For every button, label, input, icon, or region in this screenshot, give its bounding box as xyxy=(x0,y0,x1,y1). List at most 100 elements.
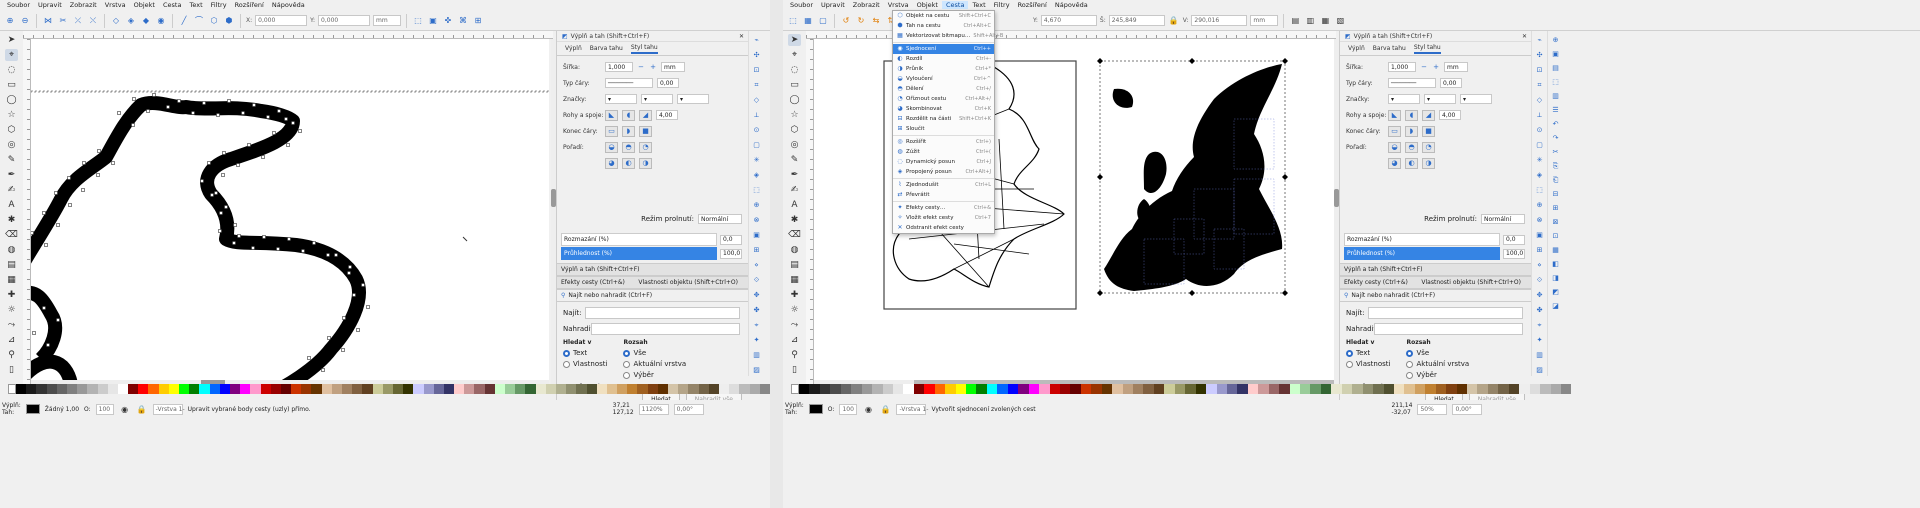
opacity-field[interactable]: 100 xyxy=(95,403,114,415)
eraser-tool-icon[interactable]: ⌫ xyxy=(5,229,18,241)
menu-3[interactable]: Vrstva xyxy=(884,1,913,9)
path-node[interactable] xyxy=(56,223,60,227)
palette-swatch[interactable] xyxy=(708,384,719,394)
path-menu-item[interactable]: ⬢ Tah na cestu Ctrl+Alt+C xyxy=(893,21,994,31)
vertical-ruler[interactable] xyxy=(23,39,31,384)
delete-segment-icon[interactable]: ⤬ xyxy=(87,15,99,27)
palette-swatch[interactable] xyxy=(1560,384,1572,394)
bucket-tool-icon[interactable]: ◍ xyxy=(788,244,801,256)
drawing-canvas[interactable] xyxy=(31,39,549,384)
replace-input[interactable] xyxy=(591,323,740,335)
eye-icon[interactable]: ◉ xyxy=(862,403,874,415)
snap-toggle-icon[interactable]: ◇ xyxy=(1537,95,1542,105)
palette-swatch[interactable] xyxy=(1226,384,1238,394)
star-tool-icon[interactable]: ☆ xyxy=(788,109,801,121)
command-icon[interactable]: ✂ xyxy=(1553,147,1559,157)
end-marker-select[interactable]: ▾ xyxy=(1460,94,1492,104)
path-node[interactable] xyxy=(166,105,170,109)
menu-0[interactable]: Soubor xyxy=(786,1,817,9)
blur-slider[interactable]: Rozmazání (%) xyxy=(561,233,717,246)
spiral-tool-icon[interactable]: ◎ xyxy=(788,139,801,151)
palette-swatch[interactable] xyxy=(1268,384,1280,394)
fill-swatch[interactable] xyxy=(25,404,40,414)
palette-swatch[interactable] xyxy=(413,384,424,394)
join-miter-icon[interactable]: ◢ xyxy=(639,109,652,121)
opacity-input[interactable]: 100,0 xyxy=(1503,248,1525,259)
snap-toggle-icon[interactable]: ▢ xyxy=(1536,140,1543,150)
join-bevel-icon[interactable]: ◣ xyxy=(1388,109,1401,121)
plus-icon[interactable]: + xyxy=(649,62,657,73)
snap-toggle-icon[interactable]: ✥ xyxy=(754,290,760,300)
path-node[interactable] xyxy=(67,176,71,180)
path-node[interactable] xyxy=(326,253,330,257)
palette-swatch[interactable] xyxy=(637,384,648,394)
snap-toggle-icon[interactable]: ✣ xyxy=(1537,50,1543,60)
palette-swatch[interactable] xyxy=(903,384,914,394)
palette-swatch[interactable] xyxy=(830,384,841,394)
palette-swatch[interactable] xyxy=(647,384,658,394)
path-menu-item[interactable]: ⊟ Rozdělit na části Shift+Ctrl+K xyxy=(893,114,994,124)
palette-swatch[interactable] xyxy=(382,384,393,394)
snap-toggle-icon[interactable]: ⟂ xyxy=(1537,110,1542,120)
palette-swatch[interactable] xyxy=(433,384,444,394)
tab-object-properties[interactable]: Vlastnosti objektu (Shift+Ctrl+O) xyxy=(1421,279,1521,286)
palette-swatch[interactable] xyxy=(617,384,628,394)
path-node[interactable] xyxy=(272,131,276,135)
path-node[interactable] xyxy=(227,99,231,103)
palette-swatch[interactable] xyxy=(158,384,169,394)
eraser-tool-icon[interactable]: ⌫ xyxy=(788,229,801,241)
path-node[interactable] xyxy=(32,331,36,335)
palette-swatch[interactable] xyxy=(840,384,852,394)
snap-toggle-icon[interactable]: ⌗ xyxy=(755,80,759,90)
snap-toggle-icon[interactable]: ⊙ xyxy=(754,125,760,135)
path-node[interactable] xyxy=(96,173,100,177)
palette-swatch[interactable] xyxy=(1164,384,1175,394)
palette-swatch[interactable] xyxy=(77,384,88,394)
palette-swatch[interactable] xyxy=(219,384,230,394)
path-menu-item[interactable]: ⇄ Převrátit xyxy=(893,190,994,200)
palette-swatch[interactable] xyxy=(352,384,363,394)
tweak-tool-icon[interactable]: ☼ xyxy=(788,304,801,316)
ellipse-tool-icon[interactable]: ◯ xyxy=(5,94,18,106)
scale-corners-icon[interactable]: ▥ xyxy=(1304,15,1316,27)
w-field[interactable]: 245,849 xyxy=(1108,15,1165,26)
vertical-ruler[interactable] xyxy=(806,39,814,384)
command-icon[interactable]: ◨ xyxy=(1552,273,1559,283)
none-swatch[interactable] xyxy=(791,384,799,394)
palette-swatch[interactable] xyxy=(749,384,760,394)
snap-toggle-icon[interactable]: ◇ xyxy=(754,95,759,105)
opacity-slider[interactable]: Průhlednost (%) xyxy=(561,247,717,260)
path-node[interactable] xyxy=(218,229,222,233)
spray-tool-icon[interactable]: ✱ xyxy=(788,214,801,226)
path-node[interactable] xyxy=(291,121,295,125)
snap-toggle-icon[interactable]: ⌖ xyxy=(755,320,759,330)
path-menu-item[interactable]: ✕ Odstranit efekt cesty xyxy=(893,223,994,233)
menu-7[interactable]: Filtry xyxy=(990,1,1014,9)
palette-swatch[interactable] xyxy=(1487,384,1499,394)
path-node[interactable] xyxy=(42,306,46,310)
command-icon[interactable]: ⊕ xyxy=(1553,35,1559,45)
blur-input[interactable]: 0,0 xyxy=(720,234,742,245)
path-node[interactable] xyxy=(341,348,345,352)
snap-toggle-icon[interactable]: ✳ xyxy=(1537,155,1543,165)
show-mask-icon[interactable]: ▣ xyxy=(427,15,439,27)
path-node[interactable] xyxy=(361,283,365,287)
snap-toggle-icon[interactable]: ⋄ xyxy=(1537,260,1541,270)
palette-swatch[interactable] xyxy=(209,384,220,394)
command-icon[interactable]: ↶ xyxy=(1553,119,1559,129)
snap-toggle-icon[interactable]: ⟐ xyxy=(1537,275,1543,285)
palette-swatch[interactable] xyxy=(1540,384,1551,394)
gradient-tool-icon[interactable]: ▤ xyxy=(5,259,18,271)
page-tool-icon[interactable]: ▯ xyxy=(5,364,18,376)
path-node[interactable] xyxy=(342,316,346,320)
snap-toggle-icon[interactable]: ⊗ xyxy=(1537,215,1543,225)
menu-5[interactable]: Cesta xyxy=(159,1,185,9)
lock-ratio-icon[interactable]: 🔒 xyxy=(1168,15,1180,27)
path-node[interactable] xyxy=(222,151,226,155)
snap-toggle-icon[interactable]: ▣ xyxy=(1536,230,1543,240)
palette-swatch[interactable] xyxy=(945,384,956,394)
menu-9[interactable]: Nápověda xyxy=(268,1,309,9)
path-node[interactable] xyxy=(46,343,50,347)
show-outline-icon[interactable]: ⌘ xyxy=(457,15,469,27)
blur-slider[interactable]: Rozmazání (%) xyxy=(1344,233,1500,246)
